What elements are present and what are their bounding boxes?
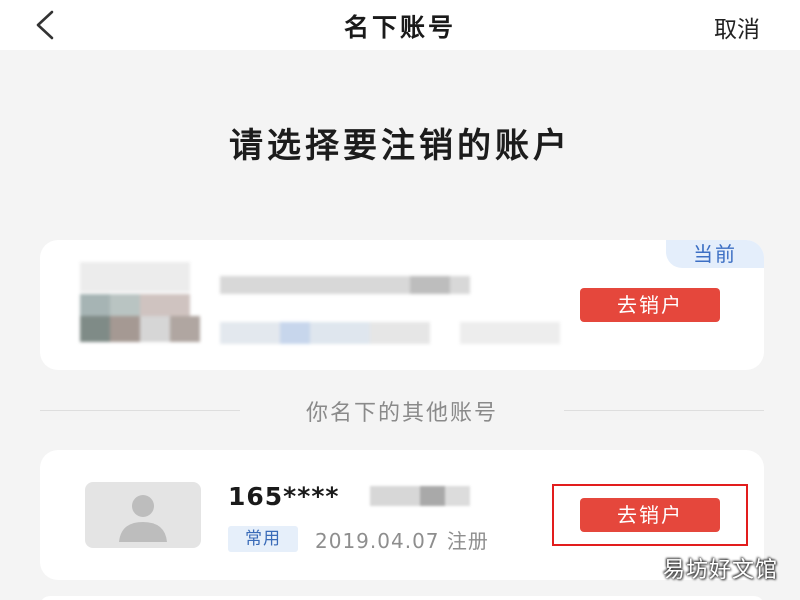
select-account-heading: 请选择要注销的账户	[229, 126, 571, 166]
top-nav-bar: 名下账号 取消	[0, 0, 800, 50]
redacted-account-info	[80, 262, 600, 352]
common-tag: 常用	[228, 526, 298, 552]
registration-date: 2019.04.07 注册	[315, 529, 489, 553]
next-account-card	[40, 596, 764, 600]
current-deactivate-button[interactable]: 去销户	[580, 288, 720, 322]
redacted-phone-digits	[370, 486, 470, 506]
account-phone: 165****	[228, 482, 340, 511]
divider-line-right	[564, 410, 764, 411]
watermark: 易坊好文馆	[662, 558, 778, 583]
other-deactivate-button[interactable]: 去销户	[580, 498, 720, 532]
default-avatar-icon	[119, 495, 167, 542]
current-badge: 当前	[666, 240, 764, 268]
cancel-button[interactable]: 取消	[714, 10, 760, 44]
other-accounts-divider: 你名下的其他账号	[40, 395, 764, 426]
avatar	[85, 482, 201, 548]
other-accounts-label: 你名下的其他账号	[305, 401, 498, 426]
page-title: 名下账号	[343, 13, 456, 42]
current-account-card: 当前 去销户	[40, 240, 764, 370]
other-account-card: 165**** 常用 2019.04.07 注册 去销户	[40, 450, 764, 580]
